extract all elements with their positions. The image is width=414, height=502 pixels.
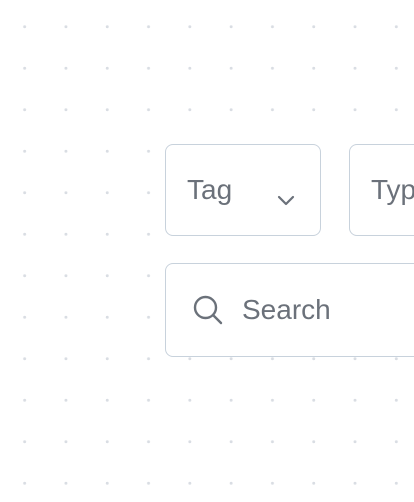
- search-input[interactable]: [242, 294, 414, 326]
- tag-filter-label: Tag: [187, 174, 233, 205]
- dotted-canvas: Tag Type: [0, 0, 414, 502]
- search-icon: [192, 294, 224, 326]
- tag-filter-select[interactable]: Tag: [165, 144, 321, 236]
- search-box[interactable]: [165, 263, 414, 357]
- type-filter-label: Type: [371, 174, 414, 205]
- type-filter-select[interactable]: Type: [349, 144, 414, 236]
- chevron-down-icon: [276, 183, 296, 206]
